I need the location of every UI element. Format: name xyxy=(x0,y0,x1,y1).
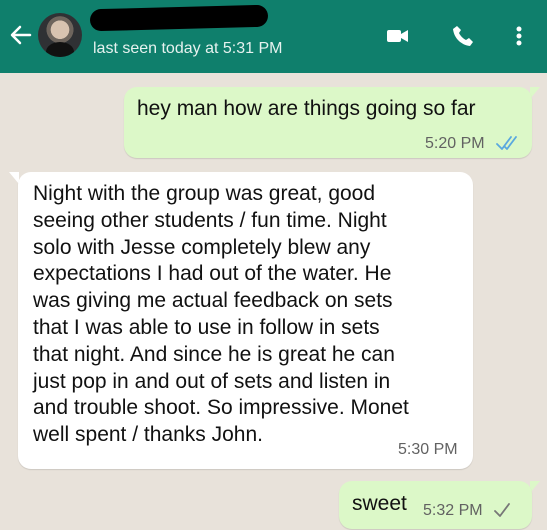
outgoing-message[interactable]: hey man how are things going so far 5:20… xyxy=(124,87,532,158)
chat-header: last seen today at 5:31 PM xyxy=(0,0,547,73)
video-call-icon[interactable] xyxy=(386,24,410,48)
outgoing-message[interactable]: sweet 5:32 PM xyxy=(339,481,532,529)
message-text: sweet xyxy=(352,492,407,515)
back-arrow-icon[interactable] xyxy=(8,22,34,48)
message-time: 5:30 PM xyxy=(398,441,458,458)
last-seen-status: last seen today at 5:31 PM xyxy=(93,40,283,57)
double-check-icon xyxy=(496,136,517,150)
incoming-message[interactable]: Night with the group was great, good see… xyxy=(18,172,473,469)
message-time: 5:32 PM xyxy=(423,502,483,519)
menu-icon[interactable] xyxy=(514,24,524,48)
contact-name-redacted[interactable] xyxy=(89,4,269,32)
phone-icon[interactable] xyxy=(451,24,475,48)
message-text: hey man how are things going so far xyxy=(137,97,476,120)
avatar[interactable] xyxy=(38,13,82,57)
chat-area[interactable]: hey man how are things going so far 5:20… xyxy=(0,73,547,530)
message-text: Night with the group was great, good see… xyxy=(33,182,409,447)
message-time: 5:20 PM xyxy=(425,135,485,152)
single-check-icon xyxy=(494,503,510,517)
